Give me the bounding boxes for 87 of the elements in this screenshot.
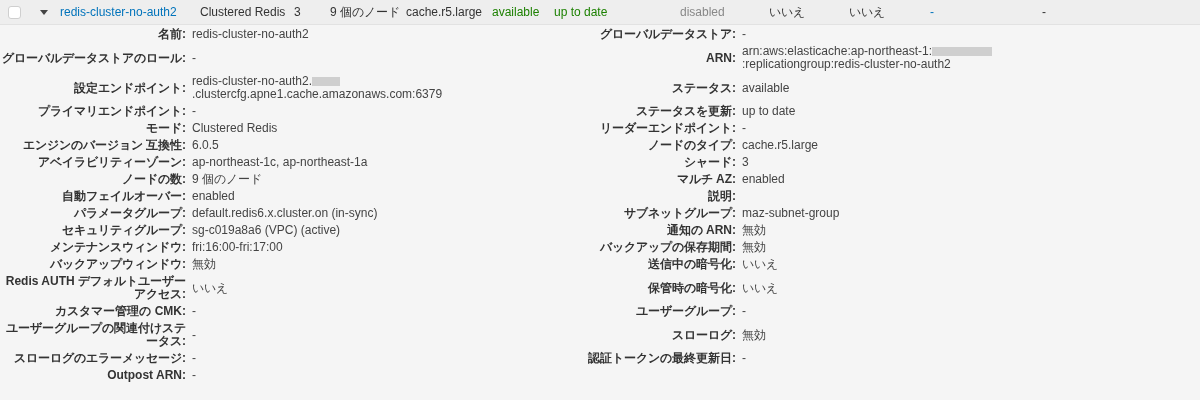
table-cell: cache.r5.large bbox=[406, 5, 483, 19]
field-label: アベイラビリティーゾーン: bbox=[38, 155, 186, 169]
name-link[interactable]: - bbox=[930, 5, 934, 19]
table-cell: いいえ bbox=[769, 4, 805, 19]
field-label: セキュリティグループ: bbox=[62, 223, 186, 237]
redacted-block bbox=[312, 77, 341, 87]
field-label: バックアップの保存期間: bbox=[600, 240, 736, 254]
caret-icon[interactable] bbox=[40, 9, 48, 15]
status-text: available bbox=[492, 5, 540, 19]
row-checkbox[interactable] bbox=[8, 5, 21, 19]
field-label: エンジンのバージョン 互換性: bbox=[22, 138, 186, 152]
field-value: up to date bbox=[742, 104, 796, 118]
field-value-text: redis-cluster-no-auth2. bbox=[192, 74, 313, 88]
field-label: 名前: bbox=[158, 27, 186, 41]
field-value: available bbox=[742, 80, 790, 95]
field-value: redis-cluster-no-auth2 bbox=[192, 27, 309, 41]
field-value: enabled bbox=[742, 172, 785, 186]
field-label: カスタマー管理の CMK: bbox=[55, 304, 186, 318]
field-value: 6.0.5 bbox=[192, 138, 219, 152]
status-text: up to date bbox=[554, 5, 608, 19]
field-label: マルチ AZ: bbox=[676, 172, 736, 186]
field-value: maz-subnet-group bbox=[742, 206, 840, 220]
field-value: - bbox=[742, 27, 746, 41]
field-label: 通知の ARN: bbox=[666, 223, 736, 237]
field-label: ARN: bbox=[706, 50, 736, 65]
field-label: ステータスを更新: bbox=[636, 104, 736, 118]
field-label: ノードの数: bbox=[122, 172, 186, 186]
field-label: シャード: bbox=[684, 155, 736, 169]
table-cell: いいえ bbox=[849, 4, 885, 19]
field-label: ユーザーグループの関連付けステータス: bbox=[6, 321, 186, 348]
field-value: ap-northeast-1c, ap-northeast-1a bbox=[192, 155, 368, 169]
field-label: 送信中の暗号化: bbox=[648, 257, 736, 271]
field-label: プライマリエンドポイント: bbox=[38, 104, 186, 118]
field-label: 保管時の暗号化: bbox=[648, 280, 736, 295]
field-label: ノードのタイプ: bbox=[648, 138, 736, 152]
field-label: 説明: bbox=[708, 189, 736, 203]
field-value: - bbox=[742, 351, 746, 365]
field-value: いいえ bbox=[742, 280, 778, 295]
field-label: 自動フェイルオーバー: bbox=[62, 189, 186, 203]
field-label: バックアップウィンドウ: bbox=[50, 257, 186, 271]
field-value: 無効 bbox=[742, 240, 766, 254]
field-value-text: arn:aws:elasticache:ap-northeast-1: bbox=[742, 44, 933, 58]
table-cell: - bbox=[1042, 5, 1046, 19]
field-value: いいえ bbox=[192, 280, 228, 295]
name-link[interactable]: redis-cluster-no-auth2 bbox=[60, 5, 177, 19]
field-label: Outpost ARN: bbox=[107, 368, 186, 382]
field-value: sg-c019a8a6 (VPC) (active) bbox=[192, 223, 341, 237]
field-value: default.redis6.x.cluster.on (in-sync) bbox=[192, 206, 378, 220]
field-value-text: .clustercfg.apne1.cache.amazonaws.com:6379 bbox=[192, 87, 443, 101]
field-value: 無効 bbox=[742, 223, 766, 237]
field-label: ユーザーグループ: bbox=[636, 304, 736, 318]
table-cell: 3 bbox=[294, 5, 301, 19]
field-label: リーダーエンドポイント: bbox=[600, 121, 736, 135]
table-cell: Clustered Redis bbox=[200, 5, 286, 19]
field-label: Redis AUTH デフォルトユーザーアクセス: bbox=[5, 274, 186, 301]
field-label: グローバルデータストア: bbox=[600, 27, 736, 41]
field-label: スローログのエラーメッセージ: bbox=[14, 351, 186, 365]
field-value: 3 bbox=[742, 155, 749, 169]
field-value: - bbox=[192, 351, 196, 365]
field-value: - bbox=[192, 304, 196, 318]
field-value: - bbox=[192, 50, 196, 65]
field-value: いいえ bbox=[742, 257, 778, 271]
field-value: - bbox=[742, 121, 746, 135]
field-value: - bbox=[192, 104, 196, 118]
field-value: 無効 bbox=[192, 257, 216, 271]
field-value: 無効 bbox=[742, 327, 766, 342]
field-value: enabled bbox=[192, 189, 235, 203]
field-label: スローログ: bbox=[672, 327, 736, 342]
field-label: パラメータグループ: bbox=[74, 206, 186, 220]
redacted-block bbox=[932, 47, 993, 57]
field-value: Clustered Redis bbox=[192, 121, 278, 135]
field-label: 設定エンドポイント: bbox=[74, 80, 186, 95]
field-label: モード: bbox=[146, 121, 186, 135]
field-value-text: :replicationgroup:redis-cluster-no-auth2 bbox=[742, 57, 951, 71]
field-label: 認証トークンの最終更新日: bbox=[588, 351, 736, 365]
field-label: サブネットグループ: bbox=[624, 206, 736, 220]
field-label: ステータス: bbox=[672, 80, 736, 95]
field-value: - bbox=[742, 304, 746, 318]
table-cell: 9 個のノード bbox=[330, 4, 400, 19]
field-value: - bbox=[192, 368, 196, 382]
table-cell: disabled bbox=[680, 5, 725, 19]
field-value: cache.r5.large bbox=[742, 138, 819, 152]
field-value: 9 個のノード bbox=[192, 172, 262, 186]
field-value: fri:16:00-fri:17:00 bbox=[192, 240, 283, 254]
field-label: メンテナンスウィンドウ: bbox=[50, 240, 186, 254]
field-label: グローバルデータストアのロール: bbox=[2, 50, 186, 65]
field-value: - bbox=[192, 327, 196, 342]
